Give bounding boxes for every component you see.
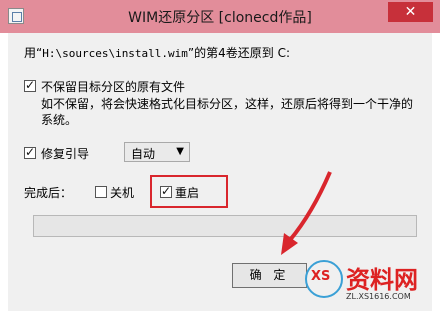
- logo-letters: XS: [311, 269, 331, 284]
- logo-url: ZL.XS1616.COM: [346, 292, 411, 301]
- watermark-logo: XS 资料网 ZL.XS1616.COM: [300, 258, 436, 308]
- logo-name: 资料网: [346, 266, 418, 294]
